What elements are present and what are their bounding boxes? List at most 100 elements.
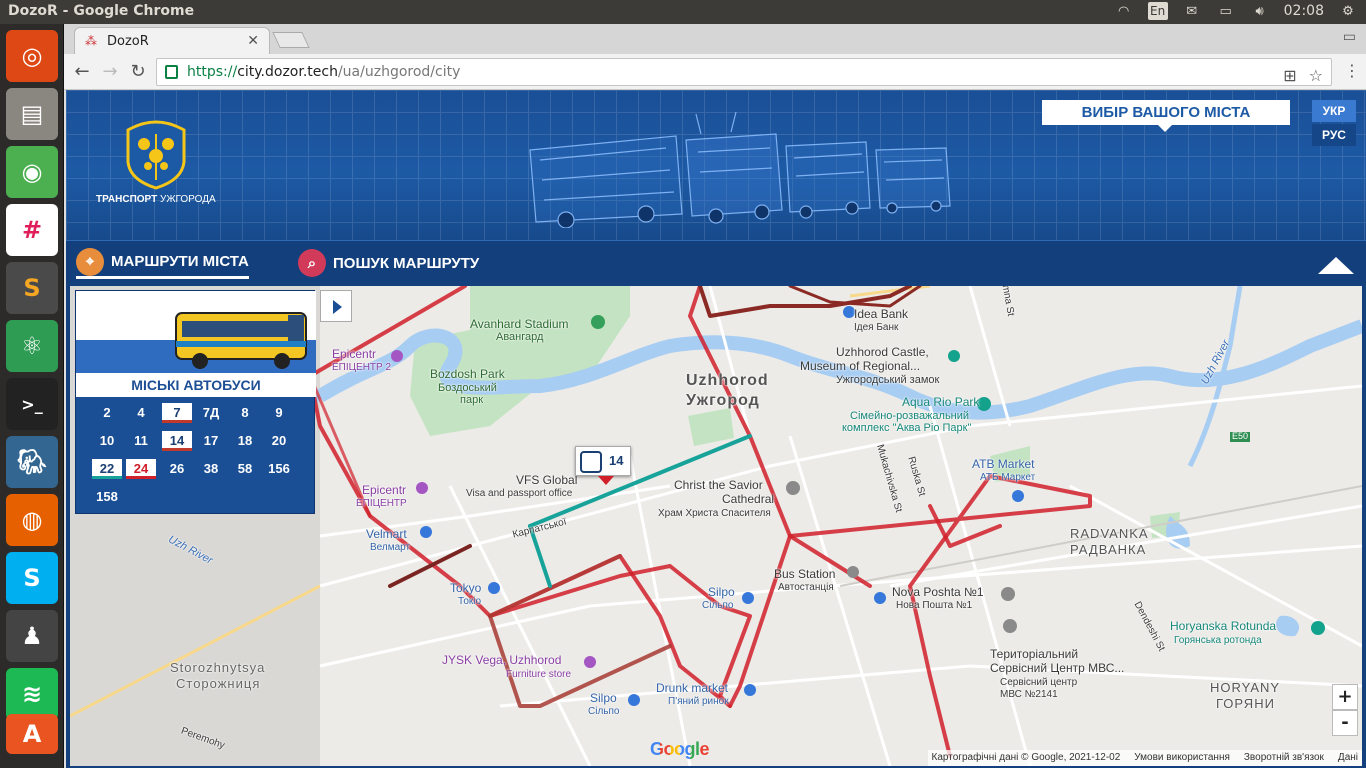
map-label: Museum of Regional... — [800, 359, 921, 373]
keyboard-layout-indicator[interactable]: En — [1147, 2, 1168, 20]
map-label: Автостанція — [778, 582, 834, 593]
data-link[interactable]: Дані — [1338, 750, 1358, 766]
nav-route-search-label: ПОШУК МАРШРУТУ — [333, 254, 480, 272]
bus-route-number: 14 — [609, 453, 624, 468]
route-button[interactable]: 18 — [230, 431, 260, 451]
volume-icon[interactable]: 🔊︎ — [1250, 2, 1270, 20]
zoom-out-button[interactable]: - — [1332, 710, 1358, 736]
url-path: /ua/uzhgorod/city — [337, 64, 461, 80]
os-top-bar: DozoR - Google Chrome ◠ En ✉ ▭ 🔊︎ 02:08 … — [0, 0, 1366, 24]
toggle-panel-button[interactable] — [320, 290, 352, 322]
route-button[interactable]: 11 — [126, 431, 156, 451]
map-label: Горянська ротонда — [1174, 635, 1262, 646]
route-button[interactable]: 10 — [92, 431, 122, 451]
back-arrow-icon[interactable]: ← — [70, 60, 94, 84]
files-icon[interactable]: ▤ — [6, 88, 58, 140]
dozor-favicon-icon: ⁂ — [85, 34, 97, 48]
map-attribution: Картографічні дані © Google, 2021-12-02 … — [927, 750, 1362, 766]
tab-close-icon[interactable]: ✕ — [247, 33, 259, 49]
clock[interactable]: 02:08 — [1284, 3, 1324, 19]
map-label: Храм Христа Спасителя — [658, 508, 771, 519]
map-label: МВС №2141 — [1000, 689, 1058, 700]
route-button[interactable]: 14 — [162, 431, 192, 451]
battery-icon[interactable]: ▭ — [1216, 2, 1236, 20]
lang-rus-button[interactable]: РУС — [1312, 124, 1356, 146]
route-search-icon: ⌕ — [298, 249, 326, 277]
ubuntu-dash-icon[interactable]: ◎ — [6, 30, 58, 82]
nav-route-search[interactable]: ⌕ ПОШУК МАРШРУТУ — [298, 247, 479, 279]
map-label: Cathedral — [722, 492, 775, 506]
nav-city-routes[interactable]: ⌖ МАРШРУТИ МІСТА — [76, 247, 249, 279]
terminal-icon[interactable]: >_ — [6, 378, 58, 430]
route-button[interactable]: 7 — [162, 403, 192, 423]
map-label: ЕПІЦЕНТР — [356, 498, 407, 509]
new-tab-button[interactable] — [272, 32, 310, 48]
route-button[interactable]: 58 — [230, 459, 260, 479]
chrome-menu-icon[interactable]: ⋮ — [1344, 61, 1360, 80]
settings-gear-icon[interactable]: ⚙ — [1338, 2, 1358, 20]
atom-icon[interactable]: ⚛ — [6, 320, 58, 372]
firefox-icon[interactable]: ◍ — [6, 494, 58, 546]
forward-arrow-icon[interactable]: → — [98, 60, 122, 84]
url-host: city.dozor.tech — [237, 64, 338, 80]
map-label: Uzhhorod Castle, — [836, 345, 929, 359]
map-label: Авангард — [496, 331, 544, 343]
city-crest-icon — [126, 120, 186, 190]
chrome-icon[interactable]: ◉ — [6, 146, 58, 198]
route-button[interactable]: 156 — [264, 459, 294, 479]
map-label: Сільпо — [588, 706, 620, 717]
sublime-text-icon[interactable]: S — [6, 262, 58, 314]
site-logo[interactable]: ТРАНСПОРТ УЖГОРОДА — [96, 116, 246, 216]
mail-icon[interactable]: ✉ — [1182, 2, 1202, 20]
slack-icon[interactable]: # — [6, 204, 58, 256]
address-bar[interactable]: https://city.dozor.tech/ua/uzhgorod/city… — [156, 58, 1332, 86]
skype-icon[interactable]: S — [6, 552, 58, 604]
terms-link[interactable]: Умови використання — [1134, 750, 1230, 766]
route-button[interactable]: 158 — [92, 487, 122, 507]
bus-icon — [580, 451, 602, 473]
route-button[interactable]: 8 — [230, 403, 260, 423]
route-button[interactable]: 4 — [126, 403, 156, 423]
route-button[interactable]: 22 — [92, 459, 122, 479]
chess-icon[interactable]: ♟ — [6, 610, 58, 662]
map-label: Visa and passport office — [466, 488, 573, 499]
map-label: Tokyo — [450, 581, 482, 595]
window-minimize-icon[interactable]: ▭ — [1343, 29, 1356, 45]
bus-category-title[interactable]: МІСЬКІ АВТОБУСИ — [76, 373, 316, 397]
map-label: Aqua Rio Park — [902, 395, 980, 409]
pgadmin-elephant-icon[interactable]: 🐘︎ — [6, 436, 58, 488]
route-button[interactable]: 9 — [264, 403, 294, 423]
map-label: Uzhhorod — [686, 372, 769, 389]
route-button[interactable]: 2 — [92, 403, 122, 423]
play-arrow-icon — [333, 300, 342, 314]
city-select-button[interactable]: ВИБІР ВАШОГО МІСТА — [1042, 100, 1290, 132]
translate-icon[interactable]: ⊞ — [1283, 63, 1296, 89]
lang-ukr-button[interactable]: УКР — [1312, 100, 1356, 122]
route-button[interactable]: 20 — [264, 431, 294, 451]
tab-title: DozoR — [107, 33, 149, 49]
map-label: ATB Market — [972, 457, 1035, 471]
reload-icon[interactable]: ↻ — [126, 60, 150, 84]
collapse-header-button[interactable] — [1318, 257, 1354, 274]
map-label: Christ the Savior — [674, 478, 763, 492]
software-center-icon[interactable]: A — [6, 714, 58, 754]
map-label: Нова Пошта №1 — [896, 600, 973, 611]
wifi-icon[interactable]: ◠ — [1114, 2, 1134, 20]
bus-position-marker[interactable]: 14 — [575, 446, 631, 485]
route-button[interactable]: 26 — [162, 459, 192, 479]
map-label: Storozhnytsya — [170, 660, 266, 675]
bookmark-star-icon[interactable]: ☆ — [1309, 63, 1323, 89]
route-button[interactable]: 17 — [196, 431, 226, 451]
spotify-icon[interactable]: ≋ — [6, 668, 58, 720]
city-map[interactable]: Avanhard Stadium Авангард Epicentr ЕПІЦЕ… — [70, 286, 1362, 766]
map-label: парк — [460, 394, 484, 406]
routes-pin-icon: ⌖ — [76, 247, 104, 276]
route-button[interactable]: 24 — [126, 459, 156, 479]
zoom-in-button[interactable]: + — [1332, 684, 1358, 710]
route-button[interactable]: 7Д — [196, 403, 226, 423]
feedback-link[interactable]: Зворотній зв'язок — [1244, 750, 1324, 766]
google-logo: Google — [650, 739, 710, 760]
browser-tab[interactable]: ⁂ DozoR ✕ — [74, 27, 270, 54]
route-button[interactable]: 38 — [196, 459, 226, 479]
map-label: Ідея Банк — [854, 322, 899, 333]
